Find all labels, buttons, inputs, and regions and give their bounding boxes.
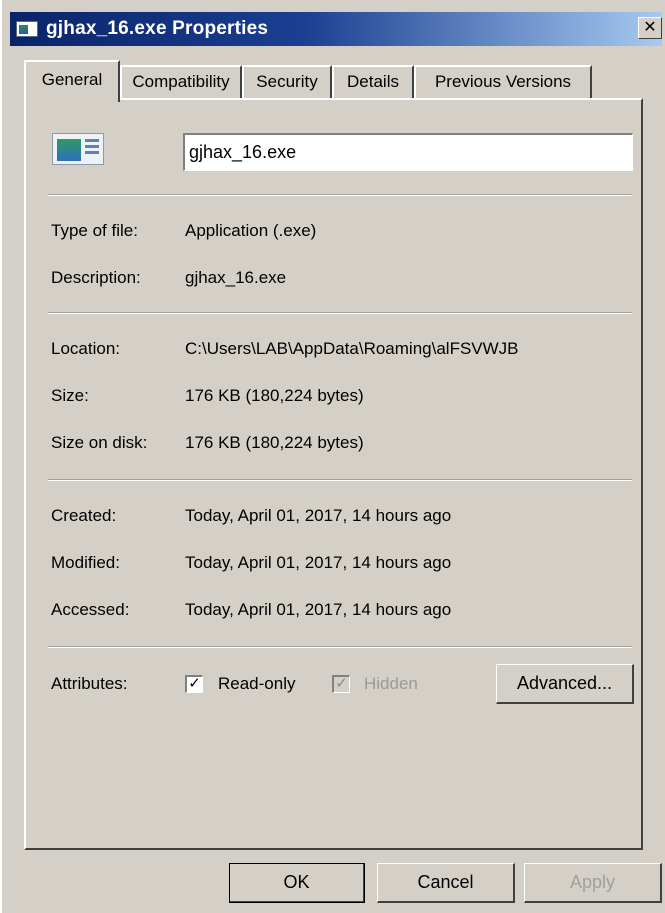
accessed-value: Today, April 01, 2017, 14 hours ago bbox=[185, 600, 452, 619]
created-value: Today, April 01, 2017, 14 hours ago bbox=[185, 506, 452, 525]
size-label: Size: bbox=[51, 386, 89, 405]
modified-value: Today, April 01, 2017, 14 hours ago bbox=[185, 553, 452, 572]
checkmark-icon: ✓ bbox=[188, 675, 201, 692]
type-of-file-label: Type of file: bbox=[51, 221, 138, 240]
cancel-button[interactable]: Cancel bbox=[377, 863, 515, 903]
properties-dialog: gjhax_16.exe Properties ✕ General Compat… bbox=[0, 0, 665, 913]
tab-previous-versions[interactable]: Previous Versions bbox=[414, 65, 592, 98]
size-on-disk-value: 176 KB (180,224 bytes) bbox=[185, 433, 364, 452]
checkmark-icon: ✓ bbox=[335, 675, 348, 692]
separator bbox=[48, 479, 632, 481]
separator bbox=[48, 646, 632, 648]
size-on-disk-label: Size on disk: bbox=[51, 433, 148, 452]
tab-security[interactable]: Security bbox=[242, 65, 332, 98]
app-window-icon bbox=[16, 21, 38, 37]
location-label: Location: bbox=[51, 339, 120, 358]
tab-general-label: General bbox=[41, 70, 103, 89]
title-bar[interactable]: gjhax_16.exe Properties ✕ bbox=[10, 12, 662, 46]
hidden-checkbox: ✓ bbox=[332, 675, 350, 693]
location-value: C:\Users\LAB\AppData\Roaming\alFSVWJB bbox=[185, 339, 519, 358]
tab-compatibility[interactable]: Compatibility bbox=[120, 65, 242, 98]
description-value: gjhax_16.exe bbox=[185, 268, 287, 287]
tab-details-label: Details bbox=[347, 72, 399, 91]
close-icon: ✕ bbox=[643, 19, 657, 36]
window-title: gjhax_16.exe Properties bbox=[46, 18, 269, 39]
attributes-label: Attributes: bbox=[51, 674, 128, 693]
accessed-label: Accessed: bbox=[51, 600, 130, 619]
close-button[interactable]: ✕ bbox=[638, 17, 662, 39]
modified-label: Modified: bbox=[51, 553, 120, 572]
read-only-label[interactable]: Read-only bbox=[218, 674, 296, 694]
hidden-label: Hidden bbox=[364, 674, 418, 693]
size-value: 176 KB (180,224 bytes) bbox=[185, 386, 364, 405]
created-label: Created: bbox=[51, 506, 117, 525]
separator bbox=[48, 312, 632, 314]
description-label: Description: bbox=[51, 268, 141, 287]
tab-details[interactable]: Details bbox=[332, 65, 414, 98]
apply-button: Apply bbox=[524, 863, 662, 903]
read-only-checkbox[interactable]: ✓ bbox=[185, 675, 203, 693]
tab-compatibility-label: Compatibility bbox=[132, 72, 230, 91]
tab-strip: General Compatibility Security Details P… bbox=[24, 60, 624, 102]
application-icon bbox=[52, 133, 104, 165]
tab-previous-versions-label: Previous Versions bbox=[434, 72, 572, 91]
tab-general[interactable]: General bbox=[24, 60, 120, 102]
file-name-input[interactable] bbox=[183, 133, 633, 171]
advanced-button[interactable]: Advanced... bbox=[496, 664, 634, 704]
separator bbox=[48, 194, 632, 196]
general-panel bbox=[24, 98, 643, 850]
tab-security-label: Security bbox=[256, 72, 318, 91]
ok-button[interactable]: OK bbox=[229, 863, 365, 903]
type-of-file-value: Application (.exe) bbox=[185, 221, 317, 240]
